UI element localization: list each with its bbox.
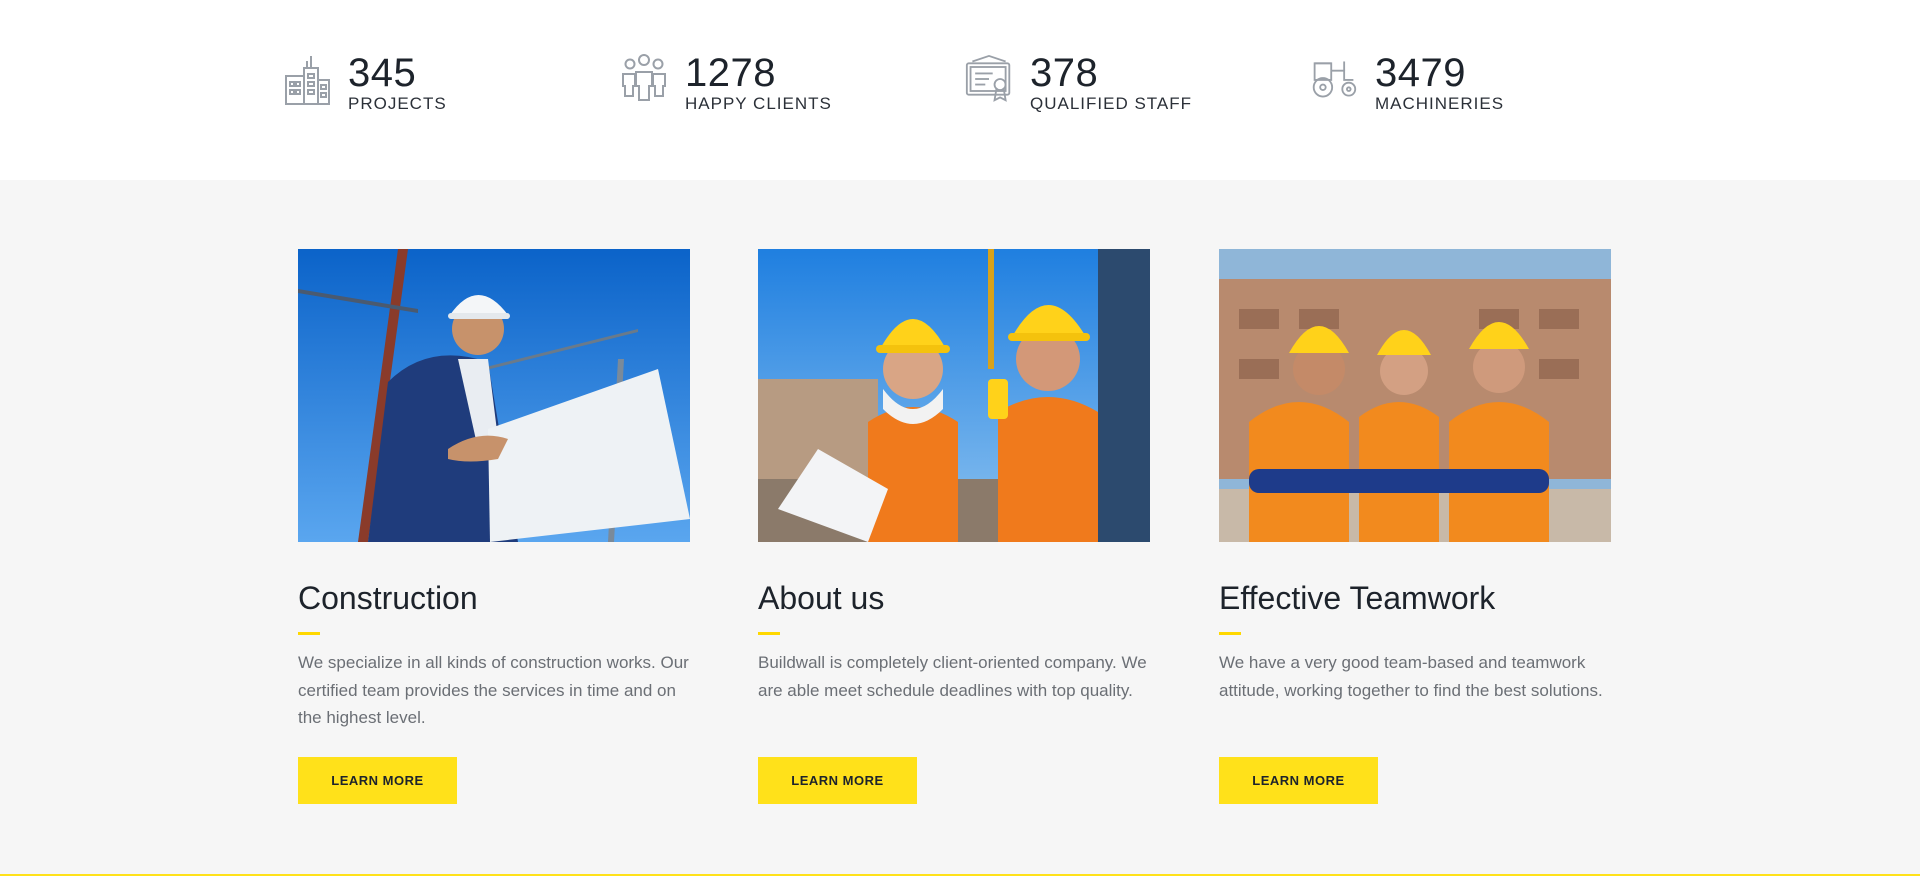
learn-more-button[interactable]: LEARN MORE [1219,757,1378,804]
title-accent-bar [1219,632,1241,635]
card-description: We specialize in all kinds of constructi… [298,653,689,727]
engineer-with-blueprint-photo [298,249,690,542]
title-accent-bar [758,632,780,635]
stat-number: 378 [1030,51,1099,95]
stat-label: PROJECTS [348,94,447,113]
stat-label: HAPPY CLIENTS [685,94,832,113]
stats-section: 345 PROJECTS 1278 HAPPY CLIENTS 378 QUAL… [0,0,1920,180]
workers-in-hardhats-photo [758,249,1150,542]
buildings-icon [283,52,331,106]
card-title: Construction [298,580,478,616]
learn-more-button[interactable]: LEARN MORE [298,757,457,804]
stat-number: 1278 [685,51,776,95]
stat-label: QUALIFIED STAFF [1030,94,1193,113]
card-title: About us [758,580,885,616]
team-of-builders-photo [1219,249,1611,542]
card-description: Buildwall is completely client-oriented … [758,653,1147,700]
learn-more-button[interactable]: LEARN MORE [758,757,917,804]
stat-number: 345 [348,51,417,95]
card-description: We have a very good team-based and teamw… [1219,653,1603,700]
tractor-icon [1310,52,1358,106]
stat-number: 3479 [1375,51,1466,95]
title-accent-bar [298,632,320,635]
certificate-icon [965,52,1013,106]
stat-label: MACHINERIES [1375,94,1505,113]
card-title: Effective Teamwork [1219,580,1496,616]
people-group-icon [620,52,668,106]
